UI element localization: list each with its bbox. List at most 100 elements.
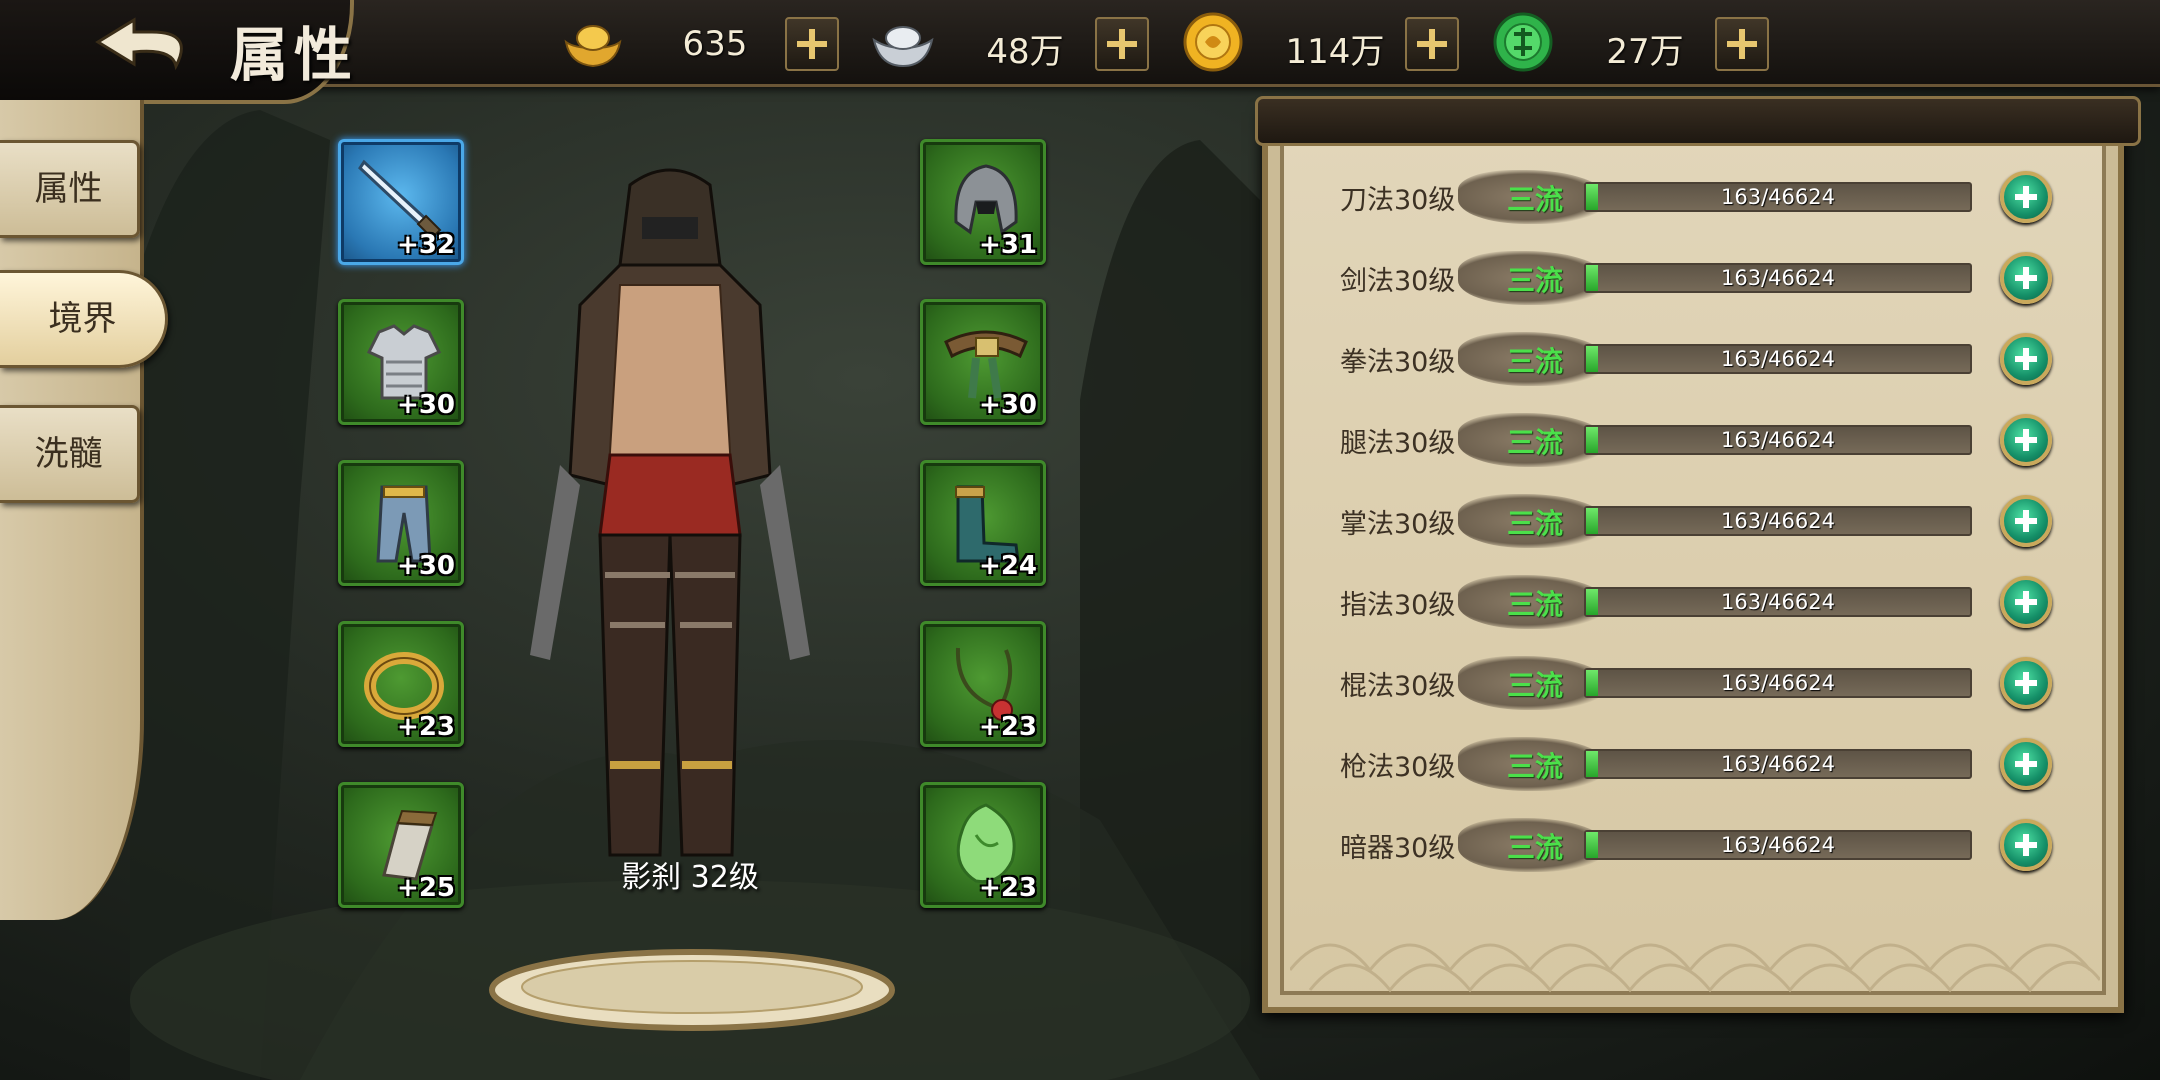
skill-row: 暗器30级 三流 163/46624 (1340, 816, 2060, 876)
equip-slot-armor[interactable]: +30 (338, 299, 464, 425)
silver-ingot-icon (872, 26, 934, 68)
add-gold-ingot-button[interactable] (785, 17, 839, 71)
jade-token-icon (1493, 12, 1553, 72)
tab-realm[interactable]: 境界 (0, 270, 168, 368)
upgrade-skill-button[interactable] (2000, 414, 2052, 466)
back-button[interactable] (92, 12, 202, 80)
skill-row: 指法30级 三流 163/46624 (1340, 573, 2060, 633)
currency-silver-ingot: 48万 (870, 10, 1170, 76)
skill-name: 剑法30级 (1340, 266, 1456, 297)
currency-amount: 114万 (1285, 32, 1385, 72)
slot-bonus: +23 (979, 712, 1037, 742)
skill-progress-bar: 163/46624 (1584, 749, 1972, 779)
skill-name: 刀法30级 (1340, 185, 1456, 216)
equip-slot-weapon[interactable]: +32 (338, 139, 464, 265)
progress-text: 163/46624 (1721, 428, 1835, 452)
progress-text: 163/46624 (1721, 347, 1835, 371)
skill-name: 掌法30级 (1340, 509, 1456, 540)
page-title: 属性 (230, 21, 359, 89)
progress-text: 163/46624 (1721, 752, 1835, 776)
skill-rank: 三流 (1506, 183, 1563, 216)
skill-progress-bar: 163/46624 (1584, 425, 1972, 455)
tab-cleanse[interactable]: 洗髓 (0, 405, 140, 503)
skill-rank: 三流 (1506, 507, 1563, 540)
upgrade-skill-button[interactable] (2000, 495, 2052, 547)
equip-slot-belt[interactable]: +30 (920, 299, 1046, 425)
skill-name: 腿法30级 (1340, 428, 1456, 459)
skill-name: 枪法30级 (1340, 752, 1456, 783)
slot-bonus: +25 (397, 873, 455, 903)
equip-slot-helmet[interactable]: +31 (920, 139, 1046, 265)
upgrade-skill-button[interactable] (2000, 738, 2052, 790)
skill-name: 棍法30级 (1340, 671, 1456, 702)
upgrade-skill-button[interactable] (2000, 252, 2052, 304)
upgrade-skill-button[interactable] (2000, 576, 2052, 628)
skill-progress-bar: 163/46624 (1584, 182, 1972, 212)
skill-progress-bar: 163/46624 (1584, 668, 1972, 698)
skill-rank: 三流 (1506, 831, 1563, 864)
upgrade-skill-button[interactable] (2000, 171, 2052, 223)
add-jade-token-button[interactable] (1715, 17, 1769, 71)
equip-slot-boots[interactable]: +24 (920, 460, 1046, 586)
gold-ingot-icon (564, 25, 622, 68)
skill-rank: 三流 (1506, 750, 1563, 783)
equip-slot-necklace[interactable]: +23 (920, 621, 1046, 747)
upgrade-skill-button[interactable] (2000, 819, 2052, 871)
progress-text: 163/46624 (1721, 266, 1835, 290)
skill-rank: 三流 (1506, 426, 1563, 459)
slot-bonus: +30 (397, 390, 455, 420)
progress-text: 163/46624 (1721, 590, 1835, 614)
slot-bonus: +24 (979, 551, 1037, 581)
skill-row: 掌法30级 三流 163/46624 (1340, 492, 2060, 552)
skill-row: 剑法30级 三流 163/46624 (1340, 249, 2060, 309)
skill-row: 枪法30级 三流 163/46624 (1340, 735, 2060, 795)
add-silver-ingot-button[interactable] (1095, 17, 1149, 71)
slot-bonus: +31 (979, 230, 1037, 260)
slot-bonus: +30 (979, 390, 1037, 420)
progress-text: 163/46624 (1721, 671, 1835, 695)
skill-row: 拳法30级 三流 163/46624 (1340, 330, 2060, 390)
skill-row: 腿法30级 三流 163/46624 (1340, 411, 2060, 471)
skill-progress-bar: 163/46624 (1584, 263, 1972, 293)
slot-bonus: +23 (979, 873, 1037, 903)
character-model (530, 168, 810, 857)
equip-slot-ring[interactable]: +23 (338, 621, 464, 747)
slot-bonus: +32 (397, 230, 455, 260)
skills-panel (1262, 108, 2124, 1013)
equip-slot-bracer[interactable]: +25 (338, 782, 464, 908)
skill-rank: 三流 (1506, 588, 1563, 621)
currency-amount: 27万 (1606, 32, 1684, 72)
skill-rank: 三流 (1506, 345, 1563, 378)
skill-row: 棍法30级 三流 163/46624 (1340, 654, 2060, 714)
progress-text: 163/46624 (1721, 185, 1835, 209)
skill-progress-bar: 163/46624 (1584, 344, 1972, 374)
skill-name: 暗器30级 (1340, 833, 1456, 864)
character-name-level: 影刹 32级 (621, 860, 759, 895)
panel-header-ornament (1255, 96, 2141, 146)
currency-gold-coin: 114万 (1180, 10, 1480, 76)
equip-slot-leggings[interactable]: +30 (338, 460, 464, 586)
skill-name: 指法30级 (1340, 590, 1456, 621)
skill-rank: 三流 (1506, 669, 1563, 702)
upgrade-skill-button[interactable] (2000, 657, 2052, 709)
progress-text: 163/46624 (1721, 833, 1835, 857)
currency-amount: 48万 (986, 32, 1064, 72)
add-gold-coin-button[interactable] (1405, 17, 1459, 71)
upgrade-skill-button[interactable] (2000, 333, 2052, 385)
equip-slot-pendant[interactable]: +23 (920, 782, 1046, 908)
skill-rank: 三流 (1506, 264, 1563, 297)
character-pedestal (489, 949, 895, 1031)
wave-pattern-decoration (1290, 943, 2100, 993)
slot-bonus: +30 (397, 551, 455, 581)
back-arrow-icon (95, 17, 183, 71)
tab-attributes[interactable]: 属性 (0, 140, 140, 238)
progress-text: 163/46624 (1721, 509, 1835, 533)
skill-row: 刀法30级 三流 163/46624 (1340, 168, 2060, 228)
currency-gold-ingot: 635 (560, 10, 860, 76)
skill-progress-bar: 163/46624 (1584, 506, 1972, 536)
currency-amount: 635 (682, 24, 748, 64)
slot-bonus: +23 (397, 712, 455, 742)
currency-jade-token: 27万 (1490, 10, 1790, 76)
skill-name: 拳法30级 (1340, 347, 1456, 378)
skill-progress-bar: 163/46624 (1584, 587, 1972, 617)
